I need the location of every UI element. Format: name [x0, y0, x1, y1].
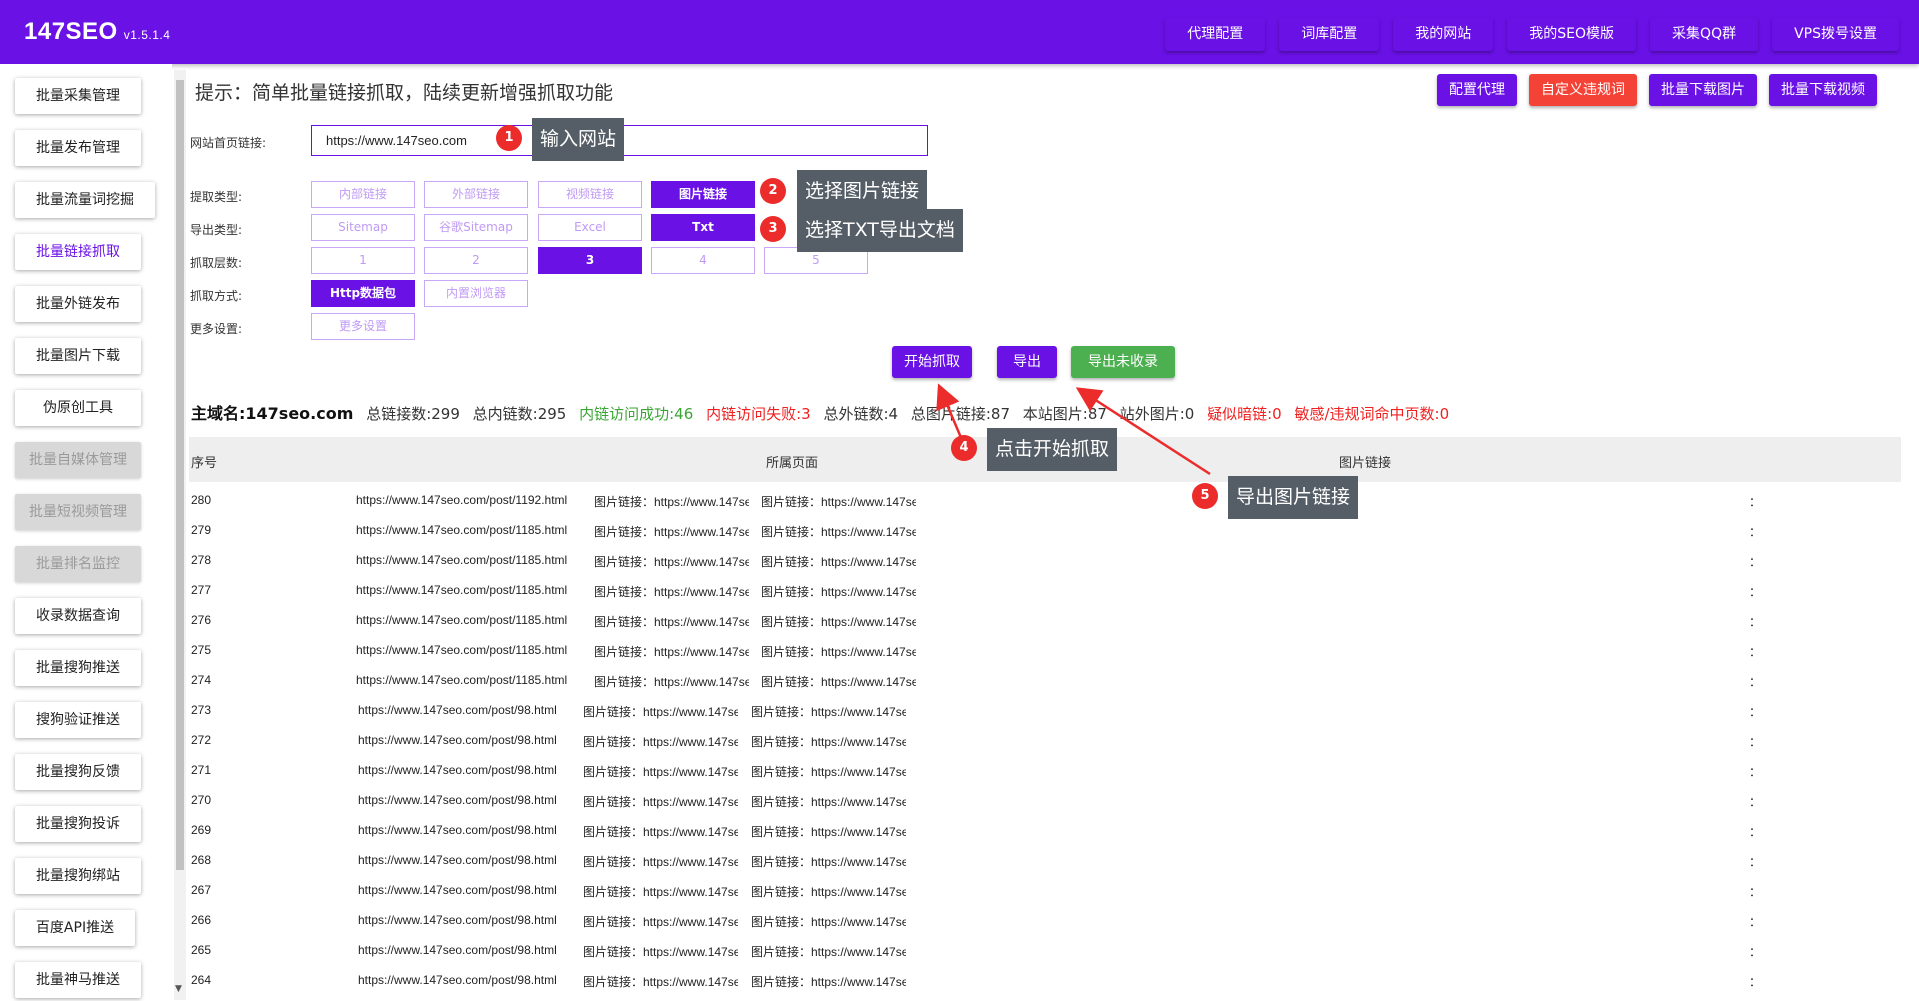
step-callout-2: 选择图片链接 — [797, 170, 928, 213]
step-callout-5: 导出图片链接 — [1228, 476, 1359, 519]
step-callout-1: 输入网站 — [532, 118, 625, 161]
annotation-arrows — [936, 383, 1211, 476]
step-badge-3: 3 — [760, 216, 786, 242]
step-badge-4: 4 — [951, 435, 977, 461]
step-callout-4: 点击开始抓取 — [987, 428, 1118, 471]
step-callout-3: 选择TXT导出文档 — [797, 209, 963, 252]
step-badge-1: 1 — [496, 125, 522, 151]
step-badge-2: 2 — [760, 178, 786, 204]
arrow-to-start-crawl — [936, 383, 964, 441]
step-badge-5: 5 — [1192, 483, 1218, 509]
